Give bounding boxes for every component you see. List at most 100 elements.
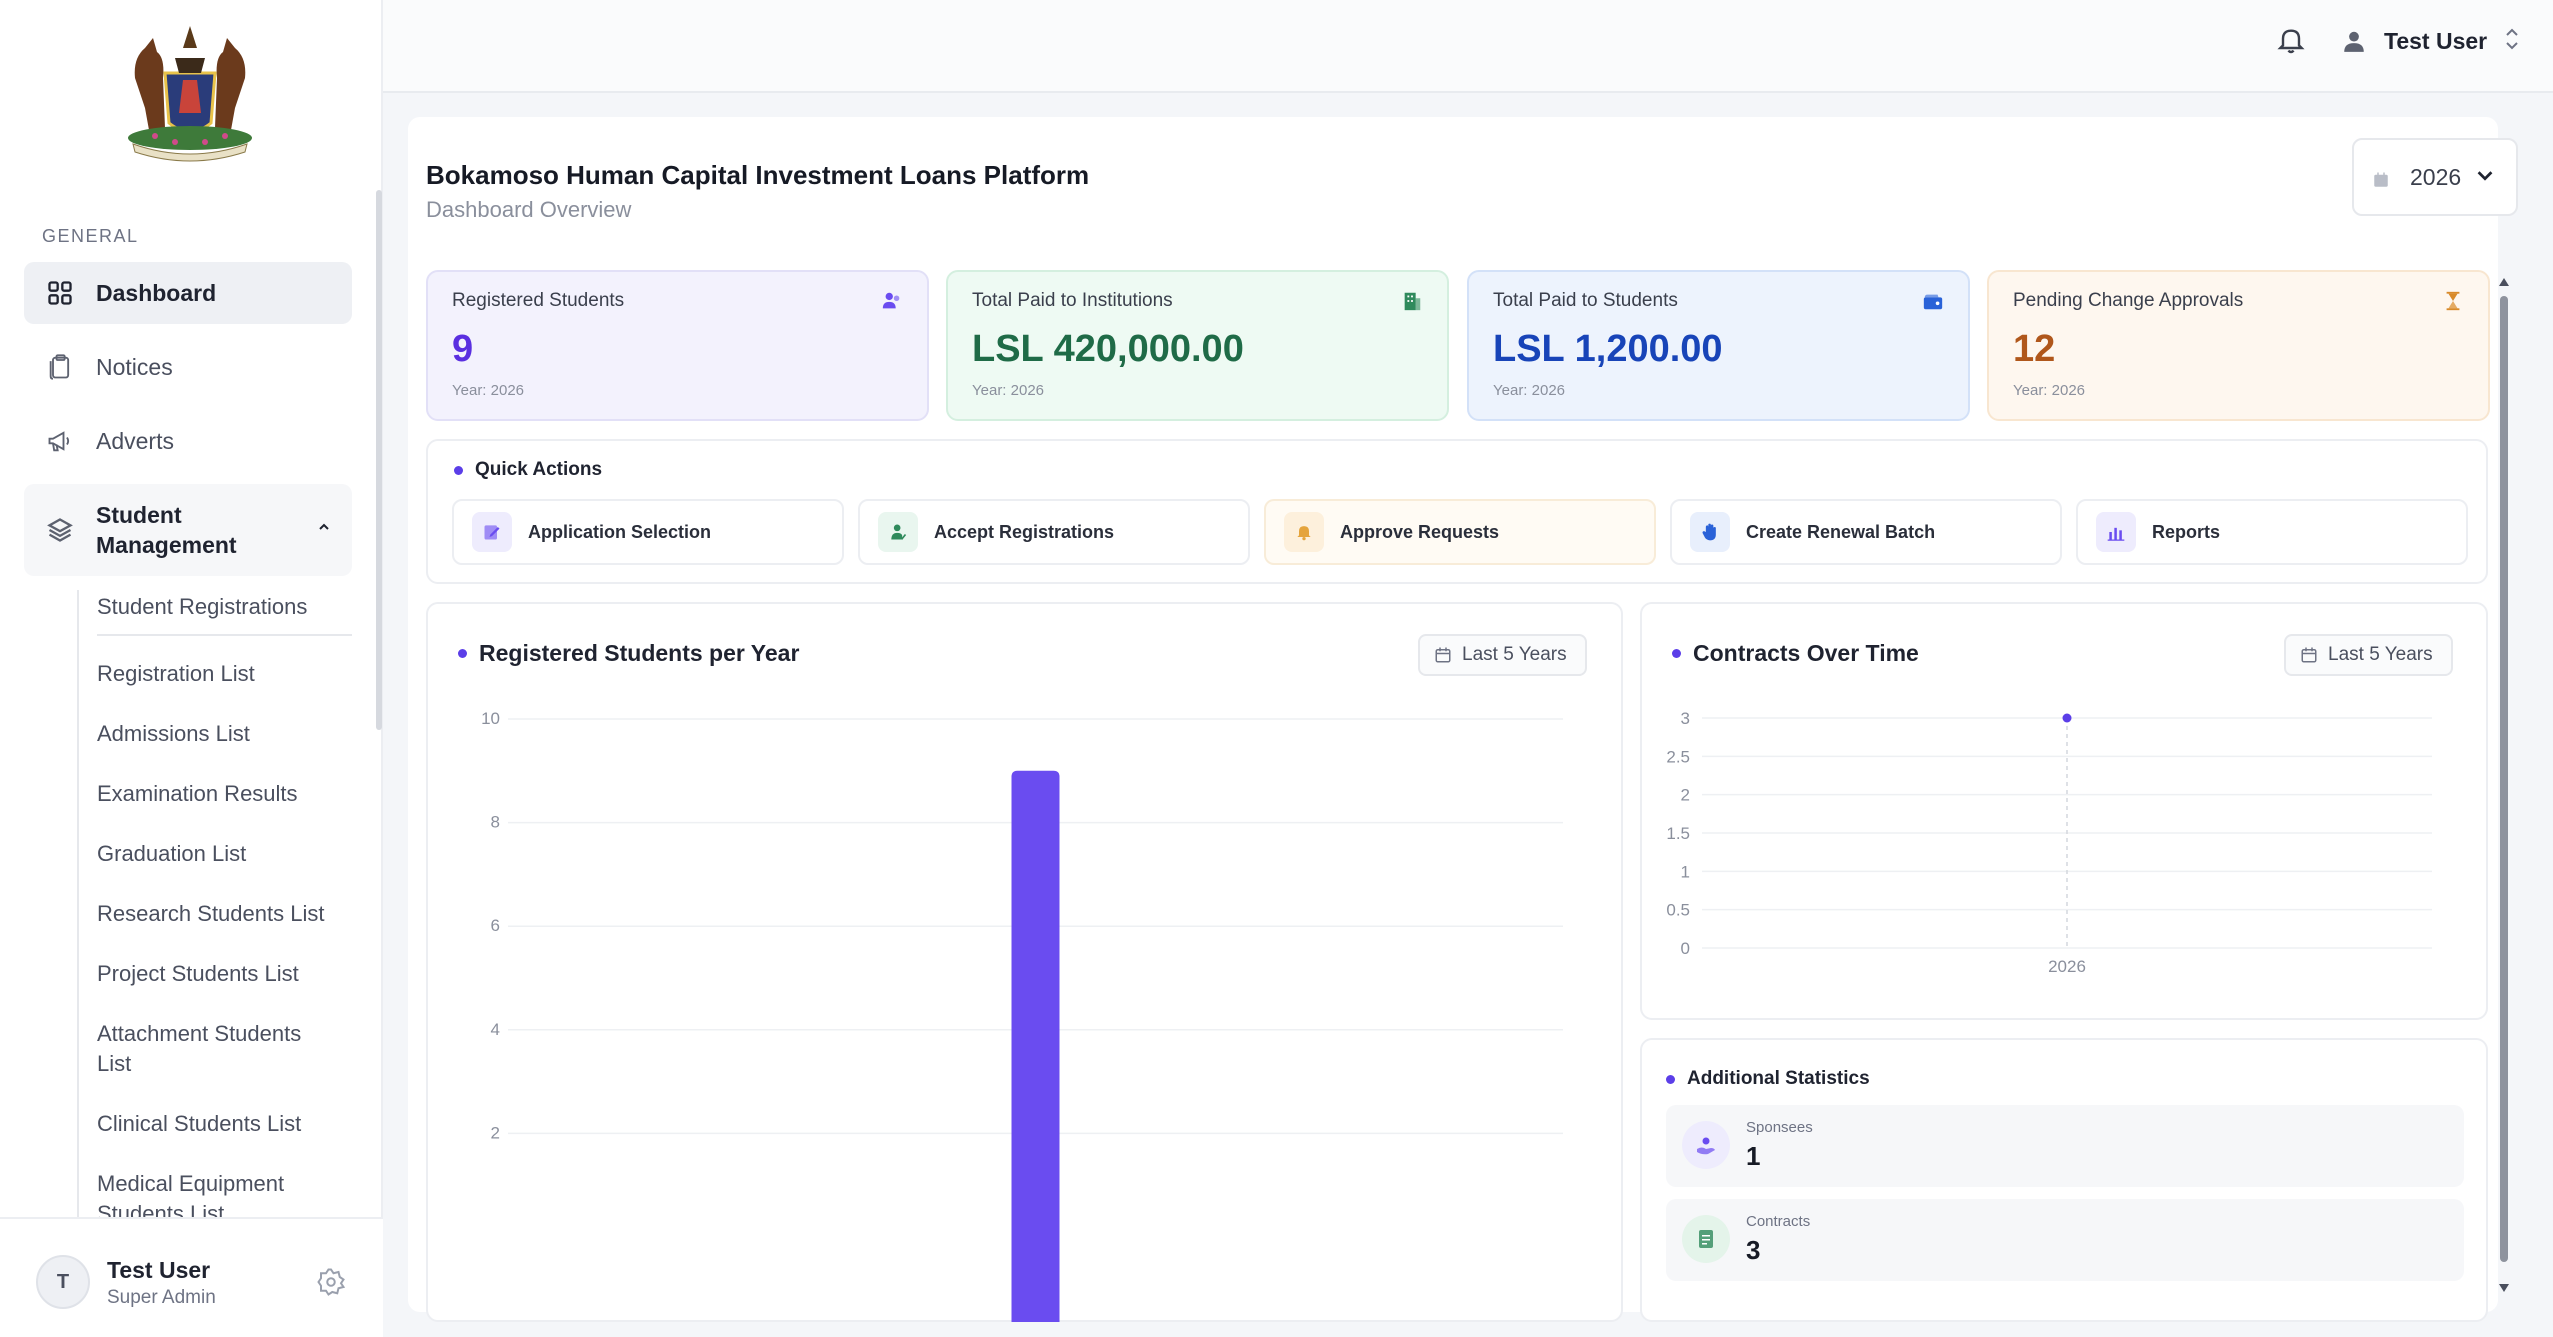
document-icon — [1682, 1215, 1730, 1263]
hourglass-icon — [2442, 290, 2464, 312]
create-renewal-batch-button[interactable]: Create Renewal Batch — [1670, 499, 2062, 565]
avatar[interactable]: T — [36, 1255, 90, 1309]
layers-icon — [44, 514, 76, 546]
y-tick-label: 6 — [491, 916, 500, 935]
top-bar: Test User — [383, 0, 2553, 93]
nav-notices-label: Notices — [96, 353, 173, 380]
create-renewal-batch-label: Create Renewal Batch — [1746, 521, 1936, 542]
quick-actions-title-text: Quick Actions — [475, 459, 603, 480]
y-tick-label: 8 — [491, 813, 500, 832]
x-tick-label: 2026 — [2048, 957, 2086, 976]
hand-icon — [1690, 512, 1730, 552]
additional-stat-contracts: Contracts 3 — [1666, 1199, 2464, 1281]
data-point — [2062, 713, 2072, 723]
user-hand-icon — [1682, 1121, 1730, 1169]
user-role: Super Admin — [107, 1287, 216, 1308]
stat-value: 12 — [2013, 328, 2056, 370]
additional-statistics-title: Additional Statistics — [1666, 1068, 1870, 1090]
students-bar-chart: 10 8 6 4 2 — [481, 709, 1563, 1322]
stat-card-pending-approvals: Pending Change Approvals 12 Year: 2026 — [1987, 270, 2490, 421]
sidebar-scrollbar[interactable] — [376, 190, 382, 730]
contracts-label: Contracts — [1746, 1213, 1811, 1230]
notification-bell-icon[interactable] — [2275, 24, 2307, 56]
stat-value: LSL 420,000.00 — [972, 328, 1244, 370]
accept-registrations-button[interactable]: Accept Registrations — [858, 499, 1250, 565]
y-tick-label: 1.5 — [1666, 824, 1690, 843]
sub-item-clinical-students-list[interactable]: Clinical Students List — [97, 1109, 347, 1139]
sub-item-medical-equipment-students-list[interactable]: Medical Equipment Students List — [97, 1169, 327, 1217]
chevron-updown-icon[interactable] — [2503, 26, 2521, 54]
sub-item-examination-results[interactable]: Examination Results — [97, 779, 347, 809]
additional-stat-sponsees: Sponsees 1 — [1666, 1105, 2464, 1187]
user-icon — [2341, 28, 2369, 56]
contracts-chart-card: Contracts Over Time Last 5 Years 3 2.5 2 1.… — [1640, 602, 2488, 1020]
gear-icon[interactable] — [316, 1267, 346, 1297]
submenu-guide-line — [77, 590, 79, 1220]
user-check-icon — [878, 512, 918, 552]
application-selection-label: Application Selection — [528, 521, 712, 542]
y-tick-label: 10 — [481, 709, 500, 728]
nav-adverts[interactable]: Adverts — [24, 410, 352, 472]
section-label-general: GENERAL — [42, 226, 139, 246]
sub-item-graduation-list[interactable]: Graduation List — [97, 839, 347, 869]
chevron-down-icon — [2474, 164, 2496, 186]
y-tick-label: 2.5 — [1666, 747, 1690, 766]
stat-year: Year: 2026 — [2013, 382, 2086, 399]
y-tick-label: 4 — [491, 1020, 500, 1039]
stat-year: Year: 2026 — [972, 382, 1045, 399]
y-tick-label: 0.5 — [1666, 901, 1690, 920]
stat-label: Pending Change Approvals — [2013, 290, 2244, 311]
building-icon — [1401, 290, 1423, 312]
nav-notices[interactable]: Notices — [24, 336, 352, 398]
year-select[interactable]: 2026 — [2352, 138, 2518, 216]
accept-registrations-label: Accept Registrations — [934, 521, 1115, 542]
stat-card-paid-students: Total Paid to Students LSL 1,200.00 Year… — [1467, 270, 1970, 421]
stat-year: Year: 2026 — [452, 382, 525, 399]
stat-card-paid-institutions: Total Paid to Institutions LSL 420,000.0… — [946, 270, 1449, 421]
main-scrollbar[interactable] — [2498, 276, 2510, 1296]
sub-item-attachment-students-list[interactable]: Attachment Students List — [97, 1019, 337, 1079]
user-name: Test User — [107, 1257, 211, 1283]
stat-card-registered-students: Registered Students 9 Year: 2026 — [426, 270, 929, 421]
y-tick-label: 1 — [1681, 862, 1690, 881]
quick-actions-title: Quick Actions — [454, 459, 602, 481]
megaphone-icon — [44, 425, 76, 457]
sub-item-research-students-list[interactable]: Research Students List — [97, 899, 347, 929]
students-chart-card: Registered Students per Year Last 5 Year… — [426, 602, 1623, 1322]
sub-item-student-registrations[interactable]: Student Registrations — [97, 592, 352, 636]
bar — [1011, 770, 1060, 1322]
grid-icon — [44, 277, 76, 309]
stat-year: Year: 2026 — [1493, 382, 1566, 399]
sub-item-project-students-list[interactable]: Project Students List — [97, 959, 347, 989]
stat-label: Total Paid to Students — [1493, 290, 1678, 311]
top-user-name[interactable]: Test User — [2384, 28, 2487, 55]
sidebar-user-footer: T Test User Super Admin — [0, 1217, 383, 1337]
edit-icon — [472, 512, 512, 552]
stat-label: Total Paid to Institutions — [972, 290, 1173, 311]
reports-label: Reports — [2152, 521, 2221, 542]
sponsees-label: Sponsees — [1746, 1119, 1813, 1136]
approve-requests-button[interactable]: Approve Requests — [1264, 499, 1656, 565]
nav-adverts-label: Adverts — [96, 427, 174, 454]
stat-value: LSL 1,200.00 — [1493, 328, 1723, 370]
application-selection-button[interactable]: Application Selection — [452, 499, 844, 565]
contracts-line-chart: 3 2.5 2 1.5 1 0.5 0 2026 — [1666, 709, 2432, 976]
users-icon — [881, 290, 903, 312]
sub-item-registration-list[interactable]: Registration List — [97, 659, 347, 689]
nav-student-management-label: Student Management — [96, 502, 237, 558]
y-tick-label: 2 — [1681, 786, 1690, 805]
wallet-icon — [1922, 290, 1944, 312]
nav-dashboard-label: Dashboard — [96, 279, 217, 306]
reports-button[interactable]: Reports — [2076, 499, 2468, 565]
contracts-value: 3 — [1746, 1235, 1761, 1265]
page-title: Bokamoso Human Capital Investment Loans … — [426, 160, 1090, 190]
quick-actions-card: Quick Actions Application Selection Acce… — [426, 439, 2488, 584]
coat-of-arms-logo — [128, 26, 252, 162]
bullet-dot — [454, 465, 463, 475]
stat-label: Registered Students — [452, 290, 625, 311]
nav-student-management[interactable]: Student Management — [24, 484, 352, 576]
nav-dashboard[interactable]: Dashboard — [24, 262, 352, 324]
bullet-dot — [1666, 1074, 1675, 1084]
sub-item-admissions-list[interactable]: Admissions List — [97, 719, 347, 749]
stat-value: 9 — [452, 328, 474, 370]
